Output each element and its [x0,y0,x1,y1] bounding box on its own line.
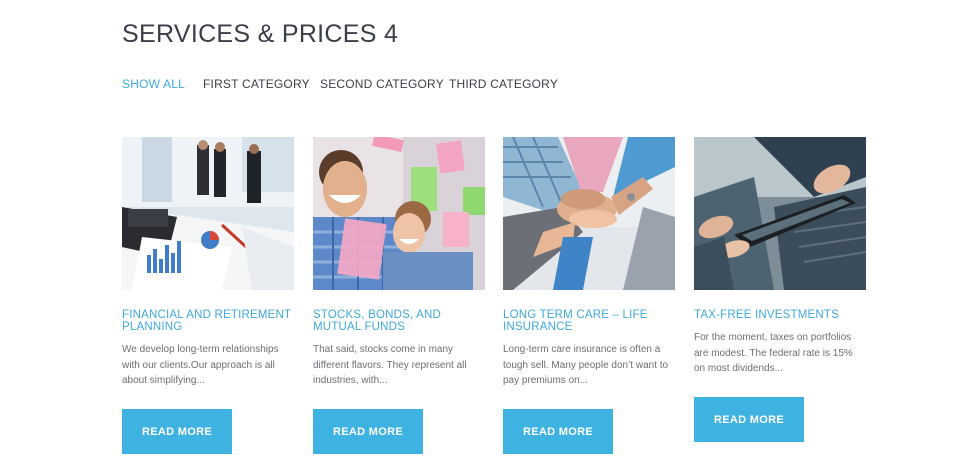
card-description: We develop long-term relationships with … [122,344,279,386]
smiling-couple-photo[interactable] [313,137,485,290]
read-more-button[interactable]: READ MORE [122,409,232,454]
filter-third-category[interactable]: THIRD CATEGORY [449,77,558,91]
read-more-button[interactable]: READ MORE [503,409,613,454]
filter-first-category[interactable]: FIRST CATEGORY [203,77,310,91]
card-title[interactable]: STOCKS, BONDS, AND MUTUAL FUNDS [313,309,485,333]
page-title: SERVICES & PRICES 4 [122,20,399,48]
tablet-hands-photo[interactable] [694,137,866,290]
business-meeting-photo[interactable] [122,137,294,290]
team-hands-photo[interactable] [503,137,675,290]
card-title[interactable]: FINANCIAL AND RETIREMENT PLANNING [122,309,294,333]
filter-second-category[interactable]: SECOND CATEGORY [320,77,444,91]
read-more-button[interactable]: READ MORE [313,409,423,454]
card-title[interactable]: LONG TERM CARE – LIFE INSURANCE [503,309,675,333]
read-more-button[interactable]: READ MORE [694,397,804,442]
card-description: That said, stocks come in many different… [313,344,467,386]
card-description: For the moment, taxes on portfolios are … [694,332,853,374]
filter-show-all[interactable]: SHOW ALL [122,77,185,91]
card-description: Long-term care insurance is often a toug… [503,344,669,386]
card-title[interactable]: TAX-FREE INVESTMENTS [694,309,866,321]
